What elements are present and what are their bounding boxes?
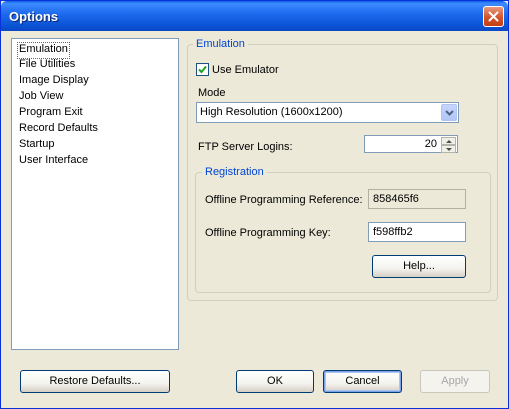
arrow-up-icon	[446, 140, 452, 143]
close-icon	[488, 11, 499, 22]
mode-label: Mode	[198, 87, 226, 99]
restore-defaults-button[interactable]: Restore Defaults...	[20, 370, 170, 393]
help-button[interactable]: Help...	[372, 255, 466, 278]
sidebar-item-program-exit[interactable]: Program Exit	[18, 105, 84, 120]
window-title: Options	[9, 9, 59, 24]
spinner-buttons	[441, 137, 456, 153]
category-list[interactable]: Emulation File Utilities Image Display J…	[11, 38, 179, 350]
use-emulator-label[interactable]: Use Emulator	[212, 64, 279, 76]
ftp-server-logins-spinner[interactable]: 20	[364, 135, 458, 153]
offline-reference-field: 858465f6	[368, 189, 466, 209]
chevron-down-icon	[445, 110, 454, 116]
mode-select[interactable]: High Resolution (1600x1200)	[196, 102, 459, 123]
cancel-button[interactable]: Cancel	[323, 370, 402, 393]
sidebar-item-user-interface[interactable]: User Interface	[18, 153, 89, 168]
arrow-down-icon	[446, 148, 452, 151]
registration-group-label: Registration	[202, 166, 267, 178]
spinner-down-button[interactable]	[441, 145, 456, 153]
sidebar-item-job-view[interactable]: Job View	[18, 89, 64, 104]
mode-select-value: High Resolution (1600x1200)	[200, 106, 343, 118]
ftp-server-logins-label: FTP Server Logins:	[198, 141, 293, 153]
sidebar-item-image-display[interactable]: Image Display	[18, 73, 90, 88]
sidebar-item-record-defaults[interactable]: Record Defaults	[18, 121, 99, 136]
mode-dropdown-button[interactable]	[441, 104, 457, 121]
checkmark-icon	[198, 65, 207, 74]
sidebar-item-startup[interactable]: Startup	[18, 137, 55, 152]
offline-key-field[interactable]: f598ffb2	[368, 222, 466, 242]
spinner-up-button[interactable]	[441, 137, 456, 145]
offline-reference-label: Offline Programming Reference:	[205, 194, 363, 206]
apply-button[interactable]: Apply	[420, 370, 490, 393]
ftp-server-logins-value: 20	[424, 138, 437, 150]
sidebar-item-file-utilities[interactable]: File Utilities	[18, 57, 76, 72]
close-button[interactable]	[483, 6, 504, 27]
options-dialog: Options Emulation File Utilities Image D…	[0, 0, 509, 409]
offline-key-label: Offline Programming Key:	[205, 227, 331, 239]
emulation-group-label: Emulation	[193, 38, 248, 50]
title-bar[interactable]: Options	[1, 1, 508, 31]
use-emulator-checkbox[interactable]	[196, 63, 209, 76]
ok-button[interactable]: OK	[236, 370, 314, 393]
